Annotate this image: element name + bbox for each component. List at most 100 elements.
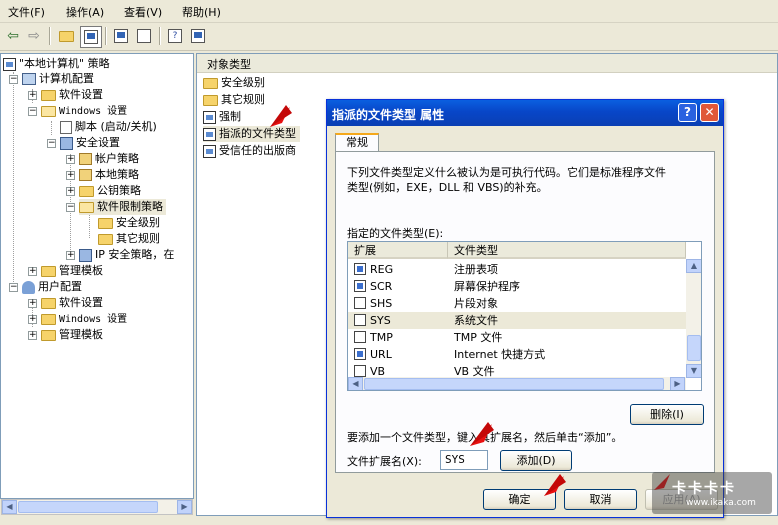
tree-admin-templates[interactable]: 管理模板 xyxy=(41,263,103,279)
collapse-toggle[interactable]: − xyxy=(9,283,18,292)
screensaver-file-icon xyxy=(354,280,366,292)
column-header-extension[interactable]: 扩展 xyxy=(348,242,448,259)
export-list-button[interactable] xyxy=(134,26,154,46)
button-label: 删除(I) xyxy=(650,408,684,421)
scroll-right-arrow-icon[interactable]: ▶ xyxy=(670,377,685,390)
menu-view[interactable]: 查看(V) xyxy=(124,4,162,20)
menu-action[interactable]: 操作(A) xyxy=(66,4,104,20)
delete-button[interactable]: 删除(I) xyxy=(630,404,704,425)
back-button[interactable]: ⇦ xyxy=(3,26,23,46)
tree-software-settings[interactable]: 软件设置 xyxy=(41,87,103,103)
expand-toggle[interactable]: + xyxy=(28,267,37,276)
scroll-right-arrow-icon[interactable]: ▶ xyxy=(177,500,192,514)
dialog-titlebar[interactable]: 指派的文件类型 属性 ? ✕ xyxy=(327,100,723,126)
column-header[interactable]: 对象类型 xyxy=(197,54,777,73)
expand-toggle[interactable]: + xyxy=(66,171,75,180)
expand-toggle[interactable]: + xyxy=(66,155,75,164)
policy-icon xyxy=(3,57,16,71)
expand-toggle[interactable]: + xyxy=(66,187,75,196)
scrollbar-thumb[interactable] xyxy=(364,378,664,390)
folder-icon xyxy=(41,89,56,101)
column-header-file-type[interactable]: 文件类型 xyxy=(448,242,686,259)
scroll-up-arrow-icon[interactable]: ▲ xyxy=(686,259,701,273)
tree-windows-settings[interactable]: Windows 设置 xyxy=(41,103,127,119)
toolbar-separator xyxy=(105,27,107,45)
help-button[interactable]: ? xyxy=(678,103,697,122)
button-label: 确定 xyxy=(508,493,531,506)
tree-label: 本地策略 xyxy=(95,168,139,181)
up-level-button[interactable] xyxy=(56,26,76,46)
tree-security-level[interactable]: 安全级别 xyxy=(98,215,160,231)
list-item-security-level[interactable]: 安全级别 xyxy=(203,75,265,91)
scroll-left-arrow-icon[interactable]: ◀ xyxy=(2,500,17,514)
forward-button[interactable]: ⇨ xyxy=(24,26,44,46)
tree-user-config[interactable]: 用户配置 xyxy=(22,279,82,295)
toolbar-separator xyxy=(49,27,51,45)
tree-scripts[interactable]: 脚本 (启动/关机) xyxy=(60,119,157,135)
tree-root[interactable]: "本地计算机" 策略 xyxy=(3,56,110,72)
tree-local-policy[interactable]: 本地策略 xyxy=(79,167,139,183)
row-file-type: 屏幕保护程序 xyxy=(454,280,520,293)
row-extension: SCR xyxy=(370,280,393,293)
show-hide-console-button[interactable] xyxy=(188,26,208,46)
column-header-label: 对象类型 xyxy=(207,58,251,71)
tree-account-policy[interactable]: 帐户策略 xyxy=(79,151,139,167)
scroll-left-arrow-icon[interactable]: ◀ xyxy=(348,377,363,390)
collapse-toggle[interactable]: − xyxy=(66,203,75,212)
extension-input[interactable]: SYS xyxy=(440,450,488,470)
column-header-label: 扩展 xyxy=(354,244,376,257)
scrollbar-thumb[interactable] xyxy=(18,501,158,513)
close-button[interactable]: ✕ xyxy=(700,103,719,122)
tab-general[interactable]: 常规 xyxy=(335,133,379,152)
expand-toggle[interactable]: + xyxy=(28,91,37,100)
table-row[interactable]: URL Internet 快捷方式 xyxy=(348,346,686,363)
table-row[interactable]: SHS 片段对象 xyxy=(348,295,686,312)
tree-public-key-policy[interactable]: 公钥策略 xyxy=(79,183,141,199)
help-icon: ? xyxy=(684,105,691,119)
list-horizontal-scrollbar[interactable]: ◀ ▶ xyxy=(348,377,686,390)
file-types-list[interactable]: 扩展 文件类型 REG 注册表项 SCR 屏幕保护程序 SHS 片段对象 SYS… xyxy=(347,241,702,391)
table-row-selected[interactable]: SYS 系统文件 xyxy=(348,312,686,329)
table-row[interactable]: SCR 屏幕保护程序 xyxy=(348,278,686,295)
tree-user-windows-settings[interactable]: Windows 设置 xyxy=(41,311,127,327)
expand-toggle[interactable]: + xyxy=(28,315,37,324)
row-file-type: 系统文件 xyxy=(454,314,498,327)
cancel-button[interactable]: 取消 xyxy=(564,489,637,510)
add-button[interactable]: 添加(D) xyxy=(500,450,572,471)
help-toolbar-button[interactable]: ? xyxy=(165,26,185,46)
back-arrow-icon: ⇦ xyxy=(7,28,19,44)
collapse-toggle[interactable]: − xyxy=(47,139,56,148)
menu-file[interactable]: 文件(F) xyxy=(8,4,45,20)
expand-toggle[interactable]: + xyxy=(28,331,37,340)
tree-other-rules[interactable]: 其它规则 xyxy=(98,231,160,247)
expand-toggle[interactable]: + xyxy=(66,251,75,260)
watermark-text: 卡卡卡卡 xyxy=(672,481,736,497)
collapse-toggle[interactable]: − xyxy=(28,107,37,116)
tree-computer-config[interactable]: 计算机配置 xyxy=(22,71,94,87)
table-row[interactable]: TMP TMP 文件 xyxy=(348,329,686,346)
tab-label: 常规 xyxy=(346,136,368,149)
tree-label: 管理模板 xyxy=(59,328,103,341)
scroll-down-arrow-icon[interactable]: ▼ xyxy=(686,364,701,378)
show-hide-tree-button[interactable] xyxy=(80,26,102,48)
tree-user-admin-templates[interactable]: 管理模板 xyxy=(41,327,103,343)
tree-ip-security[interactable]: IP 安全策略，在 xyxy=(79,247,174,263)
properties-button[interactable] xyxy=(111,26,131,46)
tree-user-software-settings[interactable]: 软件设置 xyxy=(41,295,103,311)
scrollbar-thumb[interactable] xyxy=(687,335,701,361)
list-item-trusted-publishers[interactable]: 受信任的出版商 xyxy=(203,143,296,159)
red-arrow-annotation-icon xyxy=(270,105,292,127)
tree-label: 软件限制策略 xyxy=(97,200,163,213)
list-vertical-scrollbar[interactable]: ▲ ▼ xyxy=(686,259,701,378)
lock-folder-icon xyxy=(79,153,92,165)
collapse-toggle[interactable]: − xyxy=(9,75,18,84)
tree-software-restriction[interactable]: 软件限制策略 xyxy=(79,199,166,215)
menu-help[interactable]: 帮助(H) xyxy=(182,4,221,20)
expand-toggle[interactable]: + xyxy=(28,299,37,308)
list-item-other-rules[interactable]: 其它规则 xyxy=(203,92,265,108)
tree-security-settings[interactable]: 安全设置 xyxy=(60,135,120,151)
row-file-type: 注册表项 xyxy=(454,263,498,276)
table-row[interactable]: REG 注册表项 xyxy=(348,261,686,278)
tree-horizontal-scrollbar[interactable]: ◀ ▶ xyxy=(1,499,193,515)
list-item-enforcement[interactable]: 强制 xyxy=(203,109,241,125)
